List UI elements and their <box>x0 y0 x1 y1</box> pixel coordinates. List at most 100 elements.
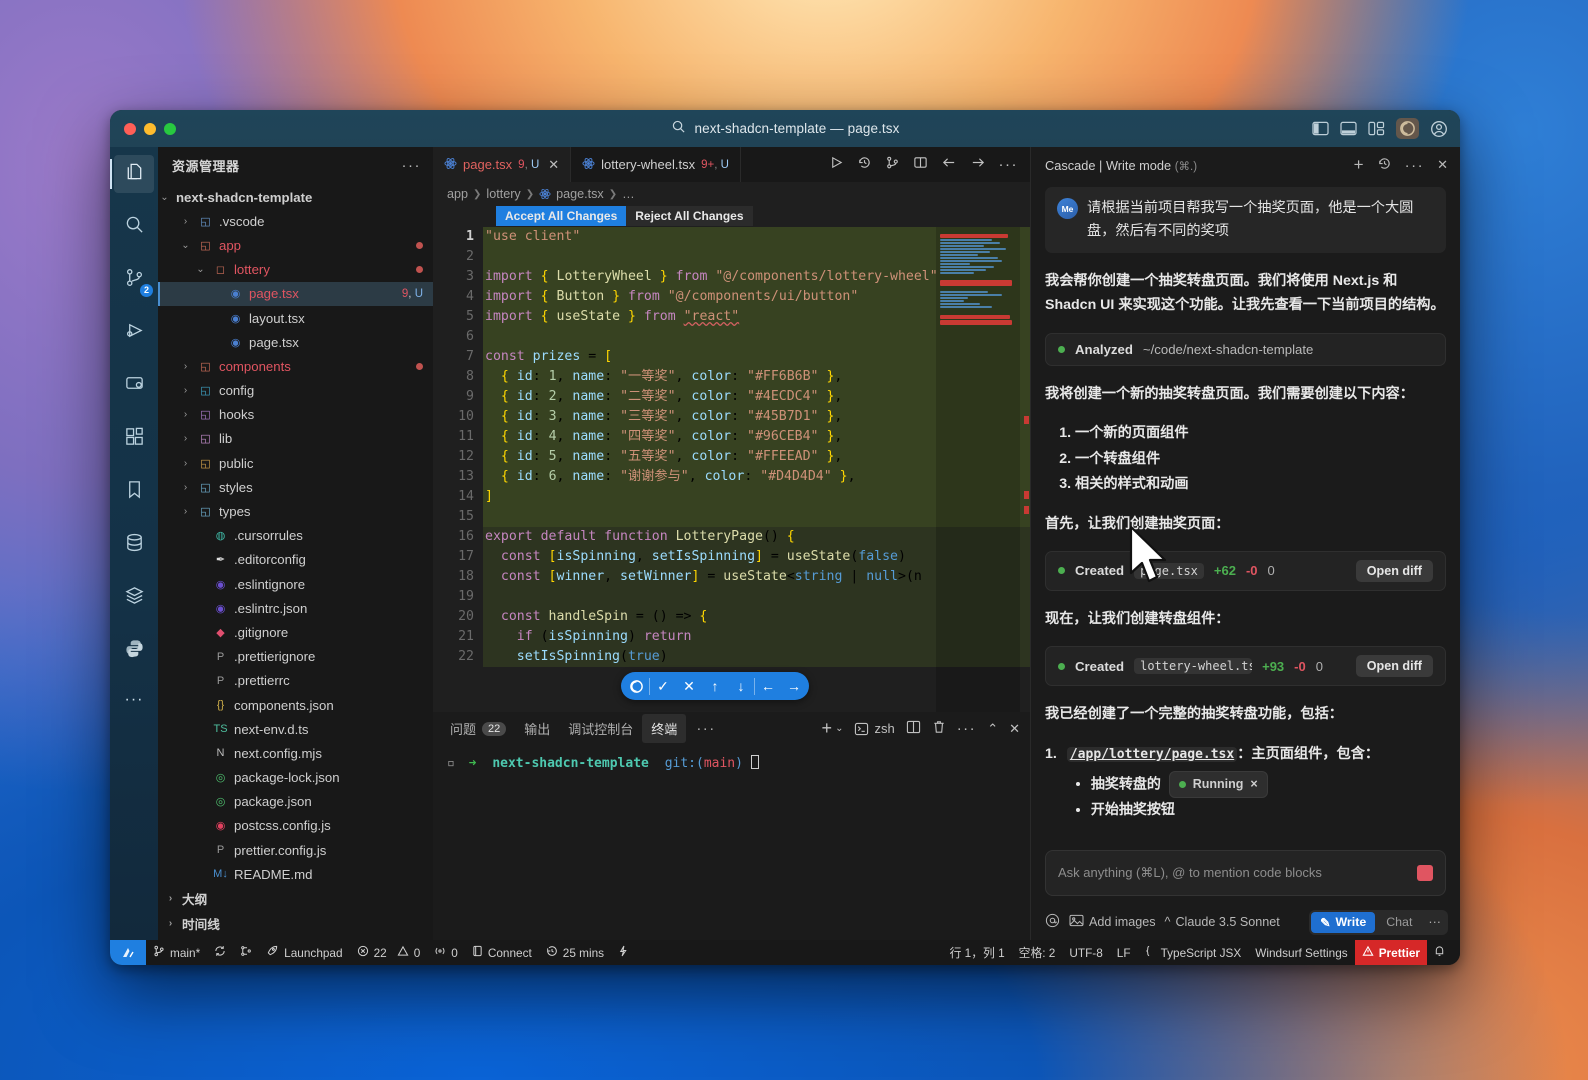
breadcrumb-lottery[interactable]: lottery <box>486 187 520 201</box>
tree-row-root[interactable]: ⌄ next-shadcn-template <box>158 185 433 209</box>
stop-generation-button[interactable] <box>1417 865 1433 881</box>
close-icon[interactable]: ✕ <box>1437 157 1448 173</box>
timeline-section[interactable]: › 时间线 <box>158 911 433 936</box>
status-indentation[interactable]: 空格: 2 <box>1012 940 1063 965</box>
next-down-icon[interactable]: ↓ <box>728 672 754 700</box>
window-controls[interactable] <box>110 122 176 135</box>
mode-chat-button[interactable]: Chat <box>1377 912 1421 932</box>
editor-more-icon[interactable]: ··· <box>999 156 1019 173</box>
new-conversation-icon[interactable]: + <box>1354 155 1364 175</box>
chevron-right-icon[interactable]: › <box>179 216 192 227</box>
breadcrumb-app[interactable]: app <box>447 187 468 201</box>
chevron-right-icon[interactable]: › <box>179 361 192 372</box>
tool-card-created-wheel[interactable]: Created lottery-wheel.tsx +93 -0 0 Open … <box>1045 646 1446 687</box>
windsurf-icon[interactable] <box>623 672 649 700</box>
sidebar-item-bookmarks[interactable] <box>114 473 154 511</box>
mode-more-icon[interactable]: ··· <box>1423 915 1446 929</box>
status-launchpad[interactable]: Launchpad <box>259 940 349 965</box>
tree-row-editorconfig[interactable]: ✒ .editorconfig <box>158 548 433 572</box>
tree-row-gitignore[interactable]: ◆ .gitignore <box>158 620 433 644</box>
tree-row-next-env-d-ts[interactable]: TS next-env.d.ts <box>158 717 433 741</box>
tree-row-prettierrc[interactable]: P .prettierrc <box>158 669 433 693</box>
chevron-right-icon[interactable]: › <box>179 506 192 517</box>
open-diff-button[interactable]: Open diff <box>1355 655 1433 678</box>
tree-row-public[interactable]: › ◱ public <box>158 451 433 475</box>
tree-row-page-tsx[interactable]: ◉ page.tsx <box>158 330 433 354</box>
file-link[interactable]: /app/lottery/page.tsx <box>1066 746 1238 762</box>
status-problems[interactable]: 22 0 <box>350 940 428 965</box>
prev-up-icon[interactable]: ↑ <box>702 672 728 700</box>
status-badge-running[interactable]: Running × <box>1168 770 1268 799</box>
windsurf-logo-icon[interactable] <box>110 940 146 965</box>
chevron-right-icon[interactable]: › <box>179 458 192 469</box>
source-control-graph-icon[interactable] <box>885 155 900 175</box>
mode-write-button[interactable]: ✎ Write <box>1311 911 1376 933</box>
chevron-down-icon[interactable]: ⌄ <box>835 723 843 734</box>
status-eol[interactable]: LF <box>1110 940 1138 965</box>
tree-row-cursorrules[interactable]: ◍ .cursorrules <box>158 524 433 548</box>
sidebar-item-source-control[interactable]: 2 <box>114 261 154 299</box>
tab-lottery-wheel-tsx[interactable]: lottery-wheel.tsx 9+, U <box>571 147 741 182</box>
tree-row-postcss-config-js[interactable]: ◉ postcss.config.js <box>158 814 433 838</box>
tree-row-types[interactable]: › ◱ types <box>158 499 433 523</box>
tree-row-readme-md[interactable]: M↓ README.md <box>158 862 433 886</box>
panel-more-tabs[interactable]: ··· <box>686 720 726 737</box>
back-arrow-icon[interactable] <box>941 155 957 175</box>
split-editor-icon[interactable] <box>913 155 928 175</box>
bottom-panel-icon[interactable] <box>1340 121 1357 136</box>
cascade-more-icon[interactable]: ··· <box>1405 157 1425 174</box>
minimize-window-button[interactable] <box>144 122 156 135</box>
reject-all-changes-button[interactable]: Reject All Changes <box>626 206 753 226</box>
run-icon[interactable] <box>829 155 844 175</box>
open-diff-button[interactable]: Open diff <box>1355 559 1433 582</box>
close-window-button[interactable] <box>124 122 136 135</box>
windsurf-icon[interactable] <box>1396 118 1419 139</box>
sidebar-item-extensions[interactable] <box>114 420 154 458</box>
tree-row-lib[interactable]: › ◱ lib <box>158 427 433 451</box>
history-icon[interactable] <box>857 155 872 175</box>
status-branch[interactable]: main* <box>146 940 207 965</box>
accept-all-changes-button[interactable]: Accept All Changes <box>496 206 627 226</box>
chevron-down-icon[interactable]: ⌄ <box>179 240 192 251</box>
accept-check-icon[interactable]: ✓ <box>650 672 676 700</box>
chevron-right-icon[interactable]: › <box>179 433 192 444</box>
tree-row-components[interactable]: › ◱ components <box>158 354 433 378</box>
tree-row-app[interactable]: ⌄ ◱ app <box>158 233 433 257</box>
tree-row-hooks[interactable]: › ◱ hooks <box>158 403 433 427</box>
activity-bar-more[interactable]: ··· <box>125 691 144 709</box>
tool-card-created-page[interactable]: Created page.tsx +62 -0 0 Open diff <box>1045 550 1446 591</box>
status-encoding[interactable]: UTF-8 <box>1062 940 1109 965</box>
sidebar-item-python[interactable] <box>114 632 154 670</box>
breadcrumb-file[interactable]: page.tsx <box>556 187 604 201</box>
close-icon[interactable]: × <box>1250 774 1257 795</box>
breadcrumb-symbol[interactable]: … <box>622 187 635 201</box>
tree-row-layout-tsx[interactable]: ◉ layout.tsx <box>158 306 433 330</box>
status-prettier[interactable]: Prettier <box>1354 940 1427 965</box>
chevron-down-icon[interactable]: ⌄ <box>194 264 207 275</box>
tree-row-prettierignore[interactable]: P .prettierignore <box>158 645 433 669</box>
model-selector[interactable]: ^ Claude 3.5 Sonnet <box>1165 915 1280 929</box>
tree-row-config[interactable]: › ◱ config <box>158 379 433 403</box>
tab-page-tsx[interactable]: page.tsx 9, U ✕ <box>433 147 572 182</box>
sidebar-item-database[interactable] <box>114 526 154 564</box>
sidebar-item-layers[interactable] <box>114 579 154 617</box>
chevron-right-icon[interactable]: › <box>179 385 192 396</box>
split-terminal-icon[interactable] <box>906 720 921 737</box>
status-sync[interactable] <box>207 940 233 965</box>
status-cursor-position[interactable]: 行 1，列 1 <box>943 940 1012 965</box>
tree-row-eslintrc-json[interactable]: ◉ .eslintrc.json <box>158 596 433 620</box>
terminal-content[interactable]: ▫ ➜ next-shadcn-template git:(main) <box>433 745 1030 940</box>
maximize-window-button[interactable] <box>164 122 176 135</box>
new-terminal-button[interactable]: + <box>822 718 833 739</box>
status-notifications[interactable] <box>1427 940 1452 965</box>
reject-x-icon[interactable]: ✕ <box>676 672 702 700</box>
outline-section[interactable]: › 大纲 <box>158 886 433 911</box>
left-arrow-icon[interactable]: ← <box>755 672 781 700</box>
collapse-panel-icon[interactable]: ⌃ <box>987 721 998 737</box>
tree-row-lottery[interactable]: ⌄ ◻ lottery <box>158 258 433 282</box>
tab-debug-console[interactable]: 调试控制台 <box>559 714 642 743</box>
forward-arrow-icon[interactable] <box>970 155 986 175</box>
account-icon[interactable] <box>1430 120 1448 138</box>
panel-more-icon[interactable]: ··· <box>957 720 977 737</box>
status-language-mode[interactable]: TypeScript JSX <box>1138 940 1249 965</box>
